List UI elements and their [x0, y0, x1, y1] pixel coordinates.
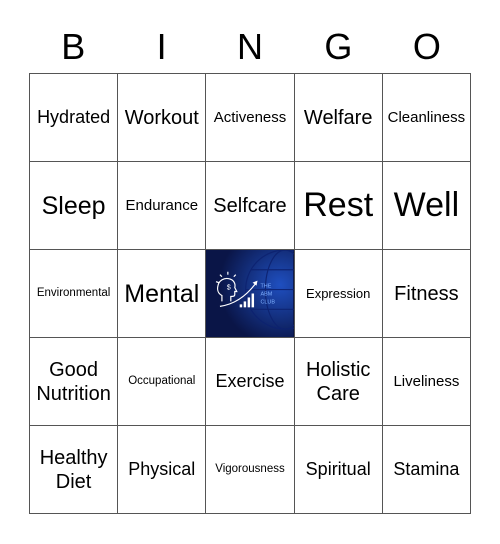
- bingo-cell[interactable]: Selfcare: [206, 162, 295, 250]
- bingo-cell[interactable]: Environmental: [30, 250, 119, 338]
- bingo-cell[interactable]: Endurance: [118, 162, 207, 250]
- header-letter-i: I: [156, 26, 167, 67]
- bingo-cell[interactable]: Exercise: [206, 338, 295, 426]
- bingo-cell[interactable]: Healthy Diet: [30, 426, 119, 514]
- bingo-header: B I N G O: [29, 22, 471, 72]
- bingo-cell[interactable]: Vigorousness: [206, 426, 295, 514]
- bingo-cell[interactable]: Cleanliness: [382, 74, 471, 162]
- bingo-cell[interactable]: Occupational: [118, 338, 207, 426]
- header-letter-n: N: [237, 26, 264, 67]
- logo-line-club: CLUB: [261, 299, 276, 305]
- bingo-cell[interactable]: Sleep: [30, 162, 119, 250]
- bingo-cell[interactable]: Fitness: [382, 250, 471, 338]
- bingo-cell[interactable]: Stamina: [382, 426, 471, 514]
- bingo-cell[interactable]: Activeness: [206, 74, 295, 162]
- bingo-cell[interactable]: Workout: [118, 74, 207, 162]
- bingo-cell[interactable]: Welfare: [294, 74, 383, 162]
- header-letter-o: O: [412, 26, 441, 67]
- bingo-cell[interactable]: Holistic Care: [294, 338, 383, 426]
- bingo-cell[interactable]: Mental: [118, 250, 207, 338]
- bingo-cell[interactable]: Hydrated: [30, 74, 119, 162]
- bingo-cell[interactable]: Spiritual: [294, 426, 383, 514]
- logo-line-abm: ABM: [261, 291, 273, 297]
- abm-club-logo: $ THE ABM CLUB: [206, 250, 294, 337]
- free-space[interactable]: $ THE ABM CLUB: [206, 250, 295, 338]
- bingo-cell[interactable]: Well: [382, 162, 471, 250]
- header-letter-b: B: [61, 26, 86, 67]
- header-letter-g: G: [324, 26, 353, 67]
- bingo-card: Hydrated Workout Activeness Welfare Clea…: [29, 73, 471, 514]
- bingo-cell[interactable]: Good Nutrition: [30, 338, 119, 426]
- dollar-sign-icon: $: [227, 285, 231, 292]
- bingo-cell[interactable]: Expression: [294, 250, 383, 338]
- bingo-cell[interactable]: Physical: [118, 426, 207, 514]
- bingo-cell[interactable]: Rest: [294, 162, 383, 250]
- bingo-cell[interactable]: Liveliness: [382, 338, 471, 426]
- logo-line-the: THE: [261, 284, 272, 290]
